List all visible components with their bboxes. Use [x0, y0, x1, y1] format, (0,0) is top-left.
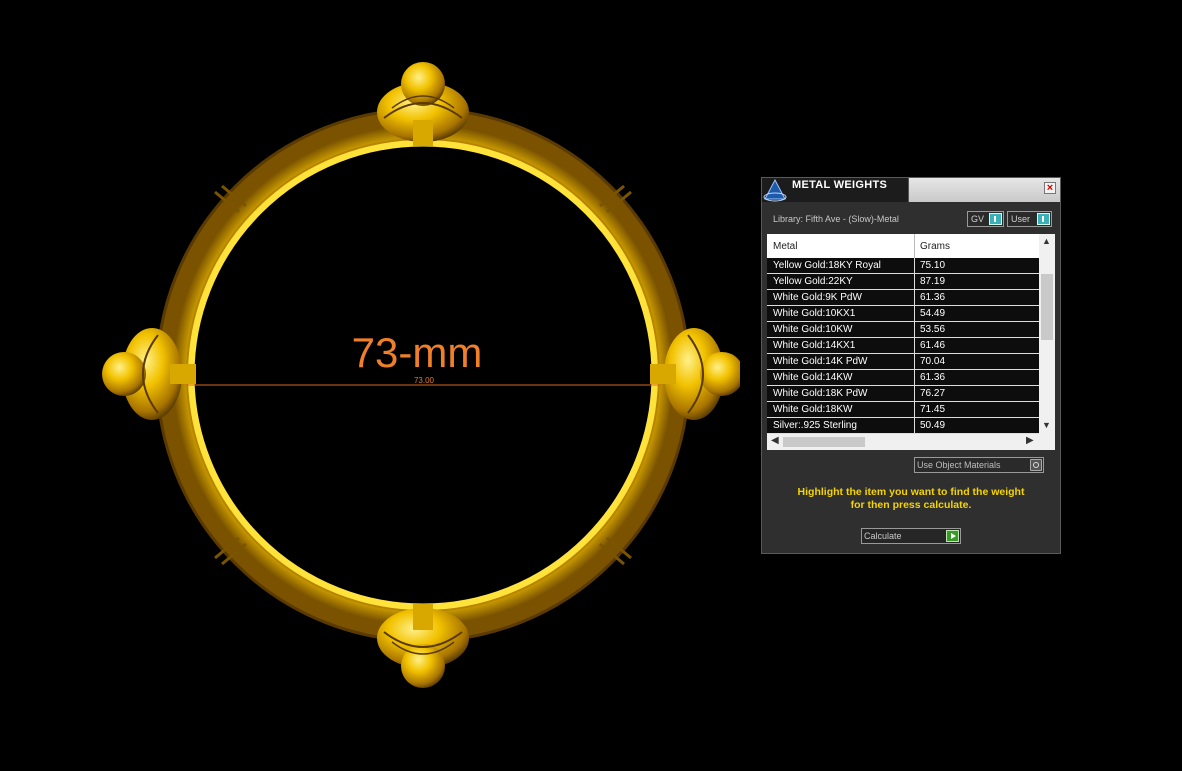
toggle-indicator-icon — [989, 213, 1002, 225]
table-row[interactable]: White Gold:10KW 53.56 — [767, 322, 1039, 338]
table-row[interactable]: White Gold:14KX1 61.46 — [767, 338, 1039, 354]
table-row[interactable]: White Gold:14K PdW 70.04 — [767, 354, 1039, 370]
table-row[interactable]: White Gold:14KW 61.36 — [767, 370, 1039, 386]
table-body: Yellow Gold:18KY Royal 75.10 Yellow Gold:… — [767, 258, 1039, 434]
metal-cell: Silver:.925 Sterling — [773, 420, 857, 431]
metal-weights-panel: METAL WEIGHTS × Library: Fifth Ave - (Sl… — [761, 177, 1061, 554]
metal-cell: White Gold:10KX1 — [773, 308, 856, 319]
grams-cell: 70.04 — [920, 356, 946, 367]
table-row[interactable]: White Gold:18KW 71.45 — [767, 402, 1039, 418]
dimension-value: 73.00 — [414, 376, 435, 385]
calculate-label: Calculate — [864, 531, 902, 541]
scroll-left-icon[interactable]: ◀ — [771, 435, 779, 446]
toggle-indicator-icon — [1037, 213, 1050, 225]
grams-cell: 75.10 — [920, 260, 946, 271]
titlebar-drag-area[interactable] — [909, 178, 1060, 202]
metal-cell: White Gold:14KX1 — [773, 340, 856, 351]
ornament-top — [377, 62, 469, 146]
grams-cell: 61.36 — [920, 372, 946, 383]
grams-cell: 76.27 — [920, 388, 946, 399]
metal-cell: White Gold:10KW — [773, 324, 853, 335]
3d-viewport[interactable]: 73-mm 73.00 — [0, 0, 740, 771]
panel-title-tab: METAL WEIGHTS — [787, 178, 909, 202]
grams-cell: 53.56 — [920, 324, 946, 335]
user-toggle-label: User — [1011, 214, 1031, 224]
grams-cell: 50.49 — [920, 420, 946, 431]
table-row[interactable]: Yellow Gold:18KY Royal 75.10 — [767, 258, 1039, 274]
grams-cell: 71.45 — [920, 404, 946, 415]
grams-cell: 61.46 — [920, 340, 946, 351]
table-row[interactable]: White Gold:18K PdW 76.27 — [767, 386, 1039, 402]
use-object-materials-toggle[interactable]: Use Object Materials — [914, 457, 1044, 473]
vertical-scroll-thumb[interactable] — [1041, 274, 1053, 340]
calculate-button[interactable]: Calculate — [861, 528, 961, 544]
metal-cell: Yellow Gold:22KY — [773, 276, 853, 287]
panel-titlebar[interactable]: METAL WEIGHTS × — [762, 178, 1060, 202]
instruction-line-2: for then press calculate. — [850, 499, 972, 511]
dimension-label: 73-mm — [352, 329, 483, 376]
horizontal-scroll-thumb[interactable] — [783, 437, 865, 447]
panel-title: METAL WEIGHTS — [792, 179, 888, 191]
table-row[interactable]: White Gold:9K PdW 61.36 — [767, 290, 1039, 306]
scroll-up-icon[interactable]: ▲ — [1042, 236, 1051, 246]
play-arrow-icon — [946, 530, 959, 542]
metal-table: Metal Grams Yellow Gold:18KY Royal 75.10 … — [767, 234, 1055, 450]
column-header-metal[interactable]: Metal — [773, 241, 797, 252]
column-header-grams[interactable]: Grams — [920, 241, 950, 252]
library-label: Library: Fifth Ave - (Slow)-Metal — [773, 214, 899, 224]
grams-cell: 87.19 — [920, 276, 946, 287]
vertical-scrollbar[interactable]: ▲ ▼ — [1039, 234, 1055, 434]
radio-indicator-icon — [1030, 459, 1042, 471]
metal-cell: White Gold:18K PdW — [773, 388, 868, 399]
metal-cell: Yellow Gold:18KY Royal — [773, 260, 881, 271]
scroll-down-icon[interactable]: ▼ — [1042, 420, 1051, 430]
metal-cell: White Gold:9K PdW — [773, 292, 862, 303]
table-row[interactable]: Silver:.925 Sterling 50.49 — [767, 418, 1039, 434]
scroll-right-icon[interactable]: ▶ — [1026, 435, 1034, 446]
metal-cell: White Gold:18KW — [773, 404, 853, 415]
user-toggle[interactable]: User — [1007, 211, 1052, 227]
table-row[interactable]: Yellow Gold:22KY 87.19 — [767, 274, 1039, 290]
app-logo-icon — [763, 178, 787, 202]
table-header: Metal Grams — [767, 234, 1039, 258]
scroll-corner — [1039, 434, 1055, 450]
use-object-materials-label: Use Object Materials — [917, 460, 1001, 470]
gv-toggle[interactable]: GV — [967, 211, 1004, 227]
metal-cell: White Gold:14KW — [773, 372, 853, 383]
grams-cell: 54.49 — [920, 308, 946, 319]
table-row[interactable]: White Gold:10KX1 54.49 — [767, 306, 1039, 322]
instruction-text: Highlight the item you want to find the … — [762, 486, 1060, 512]
instruction-line-1: Highlight the item you want to find the … — [797, 486, 1025, 498]
gv-toggle-label: GV — [971, 214, 985, 224]
close-button[interactable]: × — [1044, 182, 1056, 194]
column-divider[interactable] — [914, 234, 915, 258]
ring-render: 73-mm 73.00 — [102, 62, 740, 688]
horizontal-scrollbar[interactable]: ◀ ▶ — [767, 434, 1039, 450]
metal-cell: White Gold:14K PdW — [773, 356, 868, 367]
ornament-bottom — [377, 604, 469, 688]
grams-cell: 61.36 — [920, 292, 946, 303]
